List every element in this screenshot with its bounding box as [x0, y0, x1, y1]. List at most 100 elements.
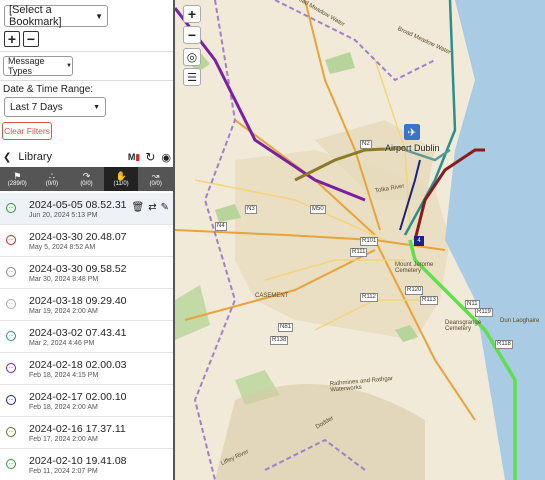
map-label: CASEMENT	[255, 293, 289, 299]
locate-button[interactable]: ◎	[183, 48, 201, 66]
library-title: Library	[18, 151, 53, 163]
item-title: 2024-03-30 20.48.07	[29, 231, 127, 243]
road-label: R118	[495, 340, 513, 349]
item-title: 2024-03-30 09.58.52	[29, 263, 127, 275]
library-tab[interactable]: ↝ (0/0)	[138, 167, 173, 191]
map-label: Mount Jerome Cemetery	[395, 262, 434, 274]
library-header: ❮ Library M▮ ↻ ◉	[0, 148, 173, 166]
item-date: Mar 30, 2024 8:48 PM	[29, 276, 99, 283]
item-date: Mar 2, 2024 4:46 PM	[29, 340, 95, 347]
divider	[0, 80, 173, 81]
edit-icon[interactable]: ✎	[161, 202, 169, 213]
map-label: Dun Laoghaire	[500, 318, 540, 324]
road-label: R101	[360, 237, 379, 246]
item-date: Feb 17, 2024 2:00 AM	[29, 436, 98, 443]
library-tab[interactable]: ⚑ (289/0)	[0, 167, 35, 191]
layers-icon: ☰	[187, 71, 197, 84]
library-tab[interactable]: ✋ (11/0)	[103, 167, 139, 191]
item-date: Mar 19, 2024 2:00 AM	[29, 308, 98, 315]
map[interactable]: ✈ Airport Dublin 4 Broad Meadow Water Br…	[175, 0, 545, 480]
date-range-label: Date & Time Range:	[3, 84, 94, 95]
track-icon: ↝	[151, 170, 160, 181]
airport-label: Airport Dublin	[385, 143, 440, 153]
remove-bookmark-button[interactable]: −	[23, 31, 39, 47]
tab-count: (11/0)	[113, 180, 129, 187]
list-item[interactable]: ··· 2024-03-30 09.58.52 Mar 30, 2024 8:48 …	[0, 257, 173, 289]
bookmark-select-value: [Select a Bookmark]	[9, 4, 62, 28]
collapse-chevron-icon[interactable]: ❮	[3, 152, 11, 163]
message-types-dropdown[interactable]: Message Types ▼	[3, 56, 73, 76]
track-status-icon: ···	[6, 331, 16, 341]
library-tab[interactable]: ∴ (0/0)	[35, 167, 70, 191]
item-title: 2024-05-05 08.52.31	[29, 199, 127, 211]
road-label: R113	[420, 296, 438, 305]
item-title: 2024-03-02 07.43.41	[29, 327, 127, 339]
item-date: May 5, 2024 8:52 AM	[29, 244, 96, 251]
road-label: R112	[360, 293, 378, 302]
item-title: 2024-02-16 17.37.11	[29, 423, 126, 435]
tab-count: (0/0)	[149, 180, 162, 187]
trash-icon[interactable]: 🗑	[132, 202, 145, 213]
list-item[interactable]: ··· 2024-02-16 17.37.11 Feb 17, 2024 2:00 …	[0, 417, 173, 449]
crosshair-icon: ◎	[186, 50, 198, 64]
track-marker-icon[interactable]: 4	[414, 236, 424, 246]
clear-filters-button[interactable]: Clear Filters	[2, 122, 52, 140]
chevron-down-icon: ▼	[93, 103, 100, 111]
caret-down-icon: ▼	[66, 63, 72, 69]
eye-icon[interactable]: ◉	[161, 151, 171, 164]
track-status-icon: ···	[6, 235, 16, 245]
list-item[interactable]: ··· 2024-02-18 02.00.03 Feb 18, 2024 4:15 …	[0, 353, 173, 385]
list-item[interactable]: ··· 2024-02-10 19.41.08 Feb 11, 2024 2:07 …	[0, 449, 173, 480]
road-label: M50	[310, 205, 326, 214]
flag-icon: ⚑	[13, 170, 22, 181]
item-date: Feb 18, 2024 4:15 PM	[29, 372, 99, 379]
item-title: 2024-03-18 09.29.40	[29, 295, 127, 307]
road-label: N4	[215, 222, 227, 231]
road-label: R120	[405, 286, 424, 295]
track-status-icon: ···	[6, 267, 16, 277]
track-status-icon: ···	[6, 203, 16, 213]
swap-icon[interactable]: ⇄	[148, 202, 156, 213]
airport-icon[interactable]: ✈	[404, 124, 420, 140]
library-list: ··· 2024-05-05 08.52.31 Jun 20, 2024 5:13 …	[0, 193, 173, 480]
track-status-icon: ···	[6, 459, 16, 469]
add-bookmark-button[interactable]: +	[4, 31, 20, 47]
zoom-in-button[interactable]: +	[183, 5, 201, 23]
zoom-out-button[interactable]: −	[183, 26, 201, 44]
message-types-label: Message Types	[8, 56, 45, 76]
tab-count: (0/0)	[80, 180, 93, 187]
map-label: Deansgrange Cemetery	[445, 320, 482, 332]
item-title: 2024-02-17 02.00.10	[29, 391, 127, 403]
chevron-down-icon: ▼	[95, 11, 103, 21]
road-label: R119	[475, 308, 493, 317]
item-date: Jun 20, 2024 5:13 PM	[29, 212, 98, 219]
date-range-select[interactable]: Last 7 Days ▼	[4, 97, 106, 117]
list-item[interactable]: ··· 2024-05-05 08.52.31 Jun 20, 2024 5:13 …	[0, 193, 173, 225]
hiker-icon: ✋	[115, 170, 127, 181]
sidebar: [Select a Bookmark] ▼ + − Message Types …	[0, 0, 175, 480]
route-icon: ↷	[82, 170, 91, 181]
tab-count: (0/0)	[45, 180, 59, 187]
road-label: N3	[245, 205, 257, 214]
road-label: N2	[360, 140, 372, 149]
road-label: R111	[350, 248, 368, 257]
divider	[0, 51, 173, 52]
list-item[interactable]: ··· 2024-03-18 09.29.40 Mar 19, 2024 2:00 …	[0, 289, 173, 321]
road-label: N81	[278, 323, 294, 332]
footsteps-icon: ∴	[49, 170, 55, 181]
date-range-value: Last 7 Days	[10, 101, 63, 113]
list-item[interactable]: ··· 2024-03-02 07.43.41 Mar 2, 2024 4:46 P…	[0, 321, 173, 353]
list-item[interactable]: ··· 2024-03-30 20.48.07 May 5, 2024 8:52 A…	[0, 225, 173, 257]
tab-count: (289/0)	[7, 180, 27, 187]
road-label: R138	[270, 336, 289, 345]
list-item[interactable]: ··· 2024-02-17 02.00.10 Feb 18, 2024 2:00 …	[0, 385, 173, 417]
mark-icon[interactable]: M▮	[128, 152, 140, 163]
refresh-icon[interactable]: ↻	[145, 150, 155, 164]
track-status-icon: ···	[6, 395, 16, 405]
item-date: Feb 18, 2024 2:00 AM	[29, 404, 98, 411]
item-date: Feb 11, 2024 2:07 PM	[29, 468, 98, 475]
bookmark-select[interactable]: [Select a Bookmark] ▼	[4, 4, 108, 28]
layers-button[interactable]: ☰	[183, 68, 201, 86]
track-status-icon: ···	[6, 299, 16, 309]
library-tab[interactable]: ↷ (0/0)	[69, 167, 104, 191]
